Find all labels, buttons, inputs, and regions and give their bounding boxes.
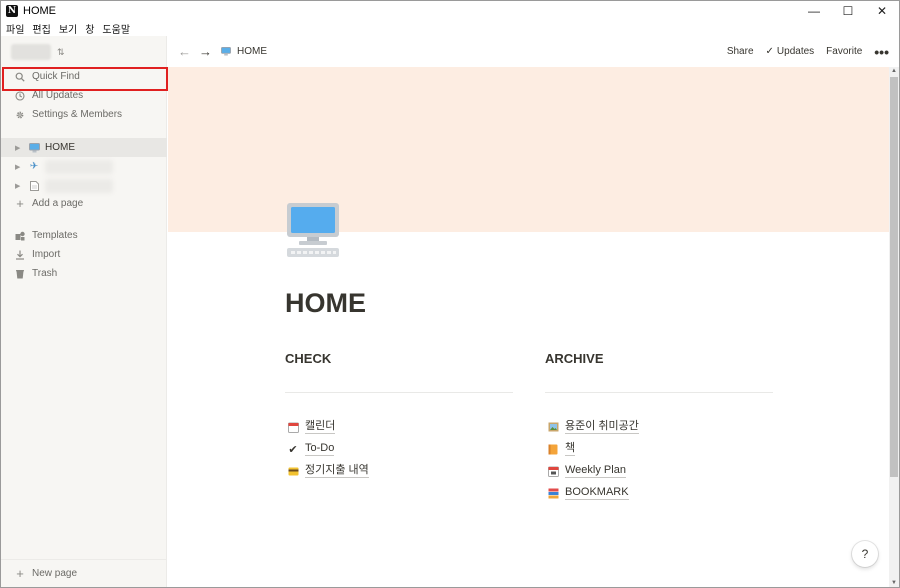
new-page-label: New page [32, 568, 78, 579]
sidebar-page-home[interactable]: ▶ HOME [1, 138, 167, 157]
sidebar-item-label: Trash [32, 268, 58, 279]
favorite-button[interactable]: Favorite [826, 46, 862, 57]
clock-icon [13, 90, 27, 101]
checkmark-icon: ✓ [765, 46, 774, 57]
page-cover[interactable] [168, 67, 889, 232]
sidebar-item-label: Settings & Members [32, 109, 123, 120]
help-button[interactable]: ? [852, 541, 878, 567]
gear-icon [13, 110, 27, 120]
books-icon [547, 487, 559, 499]
templates-icon [13, 231, 27, 241]
link-weekly-plan[interactable]: Weekly Plan [547, 462, 626, 480]
chevron-updown-icon: ⇅ [57, 46, 65, 57]
column-heading-archive: ARCHIVE [545, 351, 604, 366]
app-window: N HOME — ☐ ✕ 파일 편집 보기 창 도움말 ⇅ Quick Find [0, 0, 900, 588]
link-label: 용준이 취미공간 [565, 420, 639, 434]
download-icon [13, 250, 27, 260]
sidebar-item-label: HOME [45, 142, 75, 153]
plus-icon: + [16, 196, 24, 211]
window-title: HOME [23, 5, 56, 17]
airplane-icon: ✈ [29, 161, 39, 172]
plus-icon: + [16, 566, 24, 581]
sidebar-page-redacted-2[interactable]: ▶ [1, 176, 167, 195]
link-label: 정기지출 내역 [305, 464, 369, 478]
link-label: Weekly Plan [565, 464, 626, 478]
credit-card-icon [287, 465, 299, 477]
computer-icon [28, 142, 40, 153]
page-title-redacted [45, 159, 113, 174]
scroll-down-arrow-icon[interactable]: ▼ [891, 580, 897, 586]
link-calendar[interactable]: 캘린더 [287, 418, 336, 436]
maximize-button[interactable]: ☐ [831, 1, 865, 21]
scrollbar-thumb[interactable] [890, 77, 898, 477]
close-button[interactable]: ✕ [865, 1, 899, 21]
page-title-redacted [45, 178, 113, 193]
sidebar-item-import[interactable]: Import [1, 245, 167, 264]
topbar-actions: Share ✓ Updates Favorite ••• [715, 36, 889, 67]
share-button[interactable]: Share [727, 46, 754, 57]
settings-highlight-box [2, 67, 168, 91]
link-label: To-Do [305, 442, 335, 456]
trash-icon [13, 269, 27, 279]
page-title[interactable]: HOME [285, 288, 366, 319]
calendar-icon [287, 421, 299, 433]
link-books[interactable]: 책 [547, 440, 576, 458]
divider [285, 392, 513, 393]
add-page-label: Add a page [32, 198, 84, 209]
sidebar-item-trash[interactable]: Trash [1, 264, 167, 283]
link-hobby-space[interactable]: 용준이 취미공간 [547, 418, 639, 436]
forward-arrow-icon[interactable]: → [199, 44, 212, 59]
link-label: BOOKMARK [565, 486, 629, 500]
computer-icon [221, 47, 231, 56]
link-todo[interactable]: ✔ To-Do [287, 440, 335, 458]
expand-triangle-icon[interactable]: ▶ [15, 163, 25, 171]
sidebar-item-templates[interactable]: Templates [1, 226, 167, 245]
add-page-button[interactable]: + Add a page [1, 194, 167, 213]
breadcrumb[interactable]: HOME [220, 46, 267, 57]
menu-bar: 파일 편집 보기 창 도움말 [1, 21, 138, 36]
workspace-name-redacted [11, 44, 51, 60]
expand-triangle-icon[interactable]: ▶ [15, 182, 25, 190]
framed-picture-icon [547, 421, 559, 433]
computer-icon[interactable] [285, 201, 341, 259]
link-label: 캘린더 [305, 420, 336, 434]
menu-window[interactable]: 창 [85, 21, 94, 36]
sidebar-page-redacted-1[interactable]: ▶ ✈ [1, 157, 167, 176]
scroll-up-arrow-icon[interactable]: ▲ [891, 68, 897, 74]
column-heading-check: CHECK [285, 351, 332, 366]
divider [545, 392, 773, 393]
link-expenses[interactable]: 정기지출 내역 [287, 462, 369, 480]
workspace-switcher[interactable]: ⇅ [11, 42, 65, 62]
breadcrumb-label: HOME [237, 46, 267, 57]
book-icon [547, 443, 559, 455]
menu-help[interactable]: 도움말 [102, 21, 130, 36]
link-label: 책 [565, 442, 576, 456]
new-page-button[interactable]: + New page [1, 559, 167, 587]
back-arrow-icon[interactable]: ← [178, 44, 191, 59]
window-controls: — ☐ ✕ [797, 1, 899, 21]
notion-logo-icon: N [6, 5, 18, 17]
menu-view[interactable]: 보기 [59, 21, 77, 36]
sidebar-item-label: All Updates [32, 90, 84, 101]
scrollbar[interactable]: ▲ ▼ [889, 67, 899, 587]
expand-triangle-icon[interactable]: ▶ [15, 144, 25, 152]
menu-edit[interactable]: 편집 [32, 21, 50, 36]
sidebar: ⇅ Quick Find All Updates Settings & Memb… [1, 36, 167, 587]
updates-button[interactable]: ✓ Updates [766, 46, 815, 57]
calendar-icon [547, 465, 559, 477]
sidebar-item-label: Import [32, 249, 61, 260]
more-options-icon[interactable]: ••• [874, 44, 889, 60]
updates-label: Updates [776, 46, 815, 57]
link-bookmark[interactable]: BOOKMARK [547, 484, 629, 502]
title-bar: N HOME — ☐ ✕ [1, 1, 899, 21]
checkmark-icon: ✔ [288, 443, 298, 456]
sidebar-item-settings-members[interactable]: Settings & Members [1, 105, 167, 124]
page-topbar: ← → HOME Share ✓ Updates Favorite ••• [168, 36, 899, 67]
sidebar-item-label: Templates [32, 230, 78, 241]
document-icon [28, 180, 40, 191]
menu-file[interactable]: 파일 [6, 21, 24, 36]
minimize-button[interactable]: — [797, 1, 831, 21]
